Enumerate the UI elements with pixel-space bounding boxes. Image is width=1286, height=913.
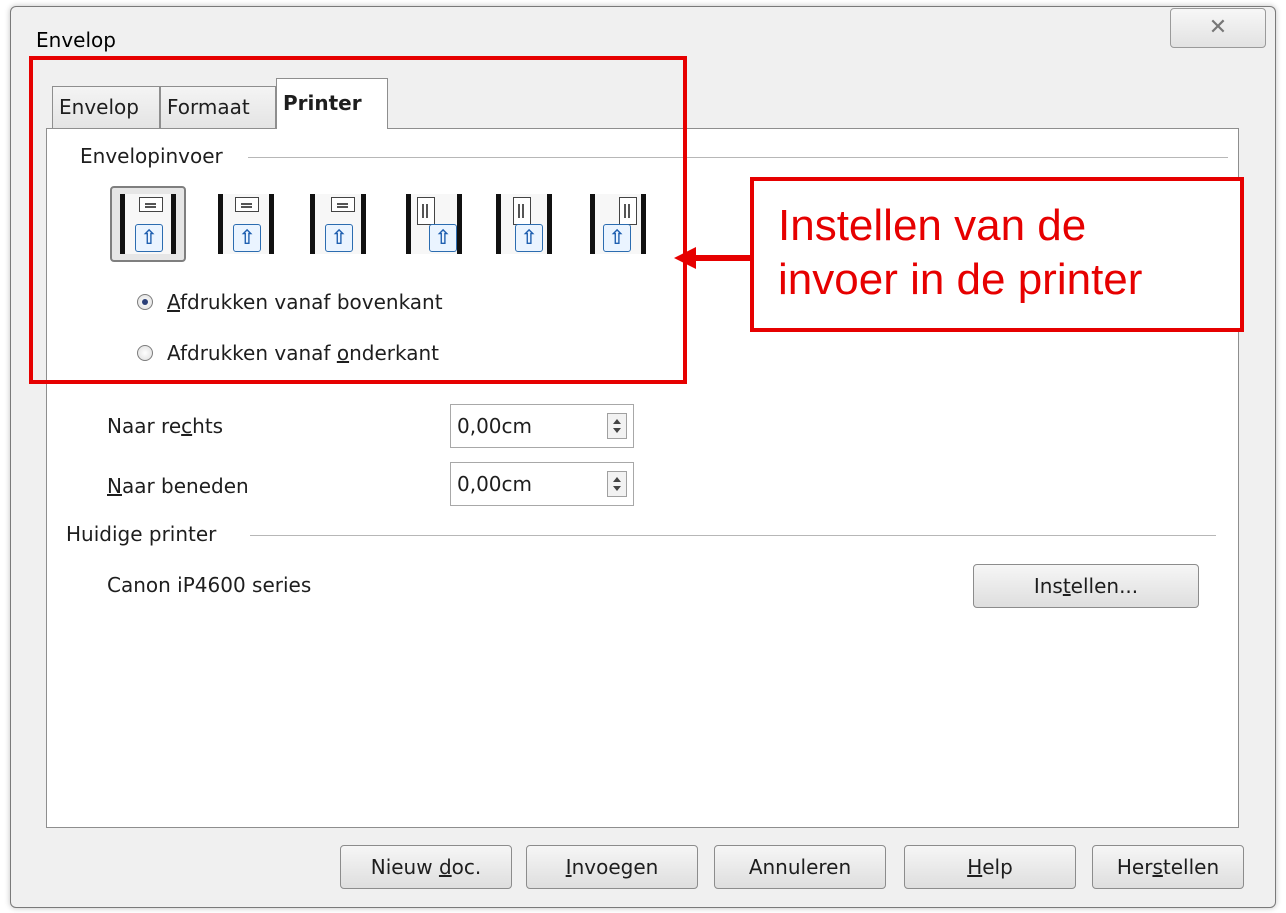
shift-right-label: Naar rechts [107,414,224,438]
annotation-arrow [694,255,750,261]
reset-button[interactable]: Herstellen [1092,845,1244,889]
printer-setup-button[interactable]: Instellen... [973,564,1199,608]
printer-name: Canon iP4600 series [107,573,312,597]
annotation-highlight-box [29,56,687,384]
cancel-button[interactable]: Annuleren [714,845,886,889]
spin-down-icon [613,428,621,433]
close-button[interactable]: ✕ [1170,8,1266,48]
shift-down-label: Naar beneden [107,474,249,498]
spin-up-icon [613,477,621,482]
window-title: Envelop [36,28,116,52]
new-document-button[interactable]: Nieuw doc. [340,845,512,889]
annotation-callout: Instellen van de invoer in de printer [750,177,1244,332]
section-divider [250,535,1216,536]
printer-section-label: Huidige printer [66,522,227,546]
shift-right-value: 0,00cm [457,414,533,438]
spin-buttons[interactable] [607,471,627,497]
annotation-arrowhead-icon [674,247,696,269]
shift-down-spinfield[interactable]: 0,00cm [450,462,634,506]
annotation-line-1: Instellen van de [778,201,1087,250]
shift-down-value: 0,00cm [457,472,533,496]
help-button[interactable]: Help [904,845,1076,889]
shift-right-spinfield[interactable]: 0,00cm [450,404,634,448]
spin-down-icon [613,486,621,491]
close-icon: ✕ [1208,15,1228,40]
spin-buttons[interactable] [607,413,627,439]
annotation-line-2: invoer in de printer [778,255,1143,304]
insert-button[interactable]: Invoegen [526,845,698,889]
spin-up-icon [613,419,621,424]
